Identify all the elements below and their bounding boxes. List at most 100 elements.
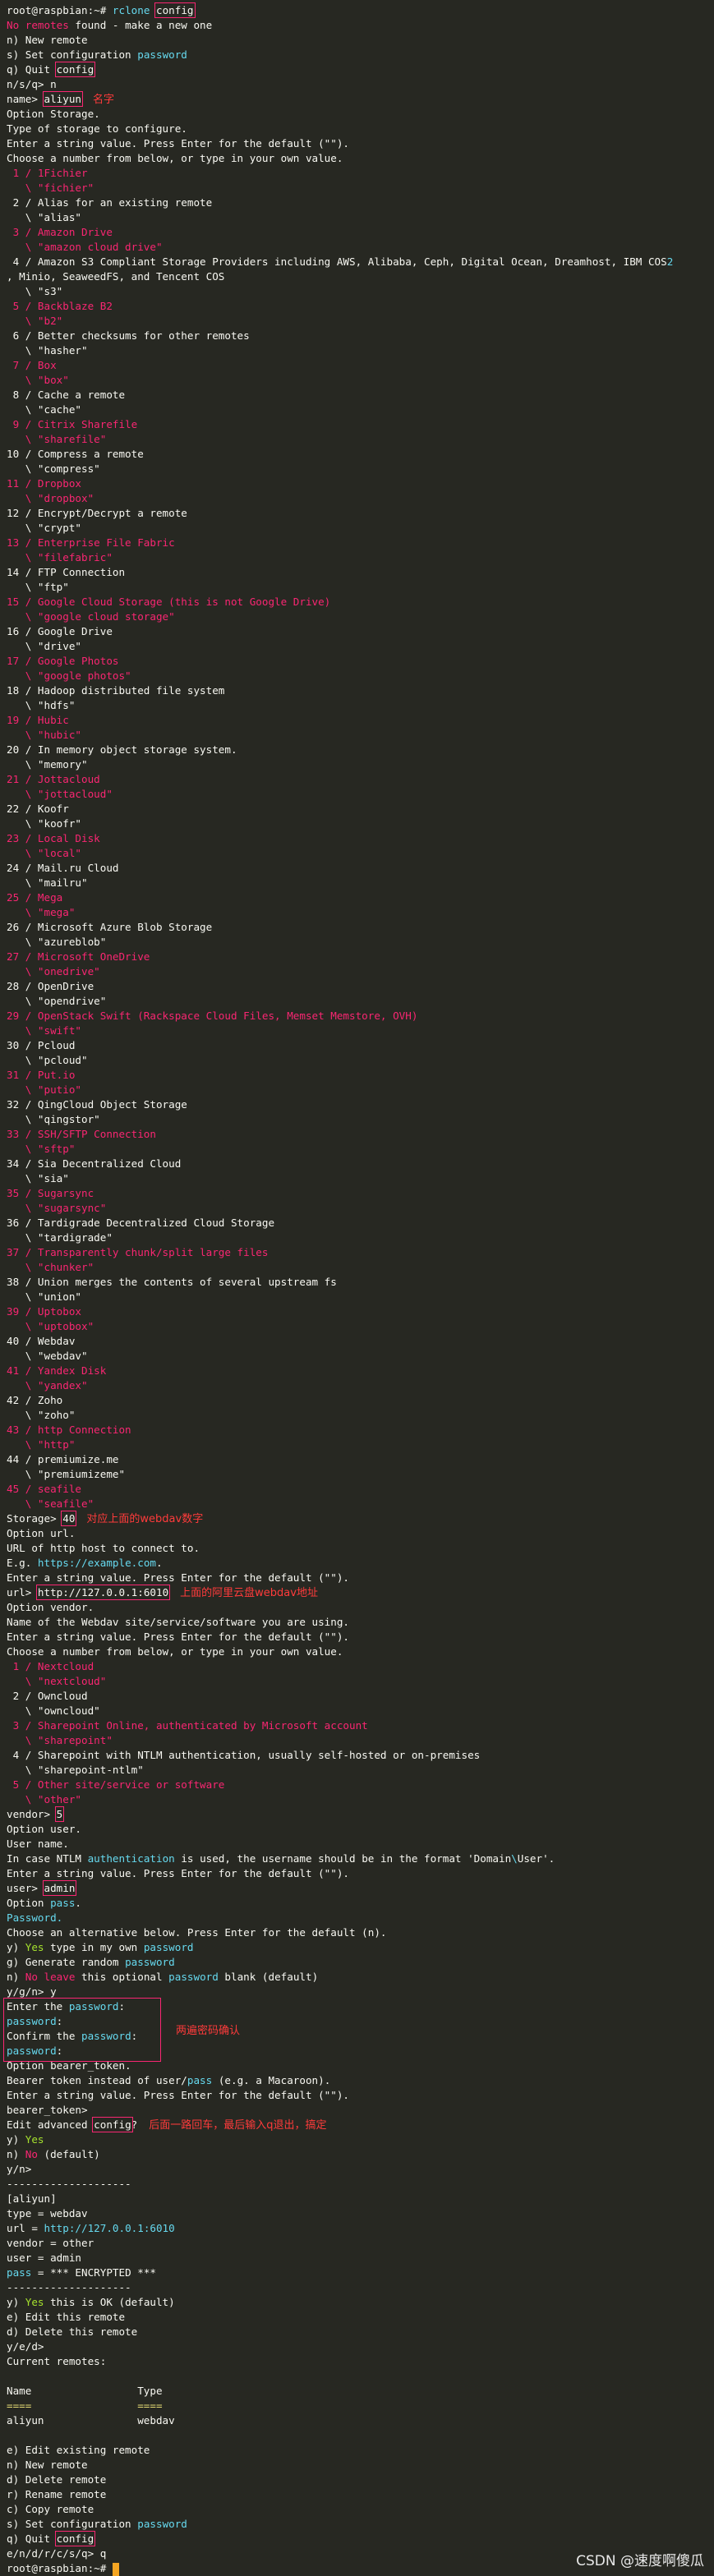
- terminal-line: 4 / Sharepoint with NTLM authentication,…: [7, 1748, 709, 1763]
- terminal-line: 8 / Cache a remote: [7, 388, 709, 402]
- terminal-text: https://example.com: [37, 1557, 156, 1569]
- terminal-line: n) No leave this optional password blank…: [7, 1970, 709, 1985]
- terminal-line: E.g. https://example.com.: [7, 1556, 709, 1571]
- terminal-line: \ "zoho": [7, 1408, 709, 1423]
- terminal-line: \ "swift": [7, 1024, 709, 1038]
- terminal-line: \ "yandex": [7, 1378, 709, 1393]
- terminal-line: 1 / 1Fichier: [7, 166, 709, 181]
- terminal-line: Edit advanced config? 后面一路回车，最后输入q退出，搞定: [7, 2117, 709, 2132]
- annotation-note: 后面一路回车，最后输入q退出，搞定: [149, 2119, 327, 2132]
- terminal-text: Choose an alternative below. Press Enter…: [7, 1926, 387, 1939]
- terminal-text: \ "koofr": [7, 817, 81, 830]
- terminal-text: n) New remote: [7, 34, 88, 46]
- terminal-text: \ "chunker": [7, 1261, 94, 1273]
- terminal-text: aliyun webdav: [7, 2414, 175, 2426]
- terminal-text: 31 / Put.io: [7, 1069, 76, 1081]
- terminal-line: 39 / Uptobox: [7, 1304, 709, 1319]
- terminal-line: q) Quit config: [7, 2531, 709, 2546]
- terminal-text: y): [7, 2296, 25, 2308]
- terminal-text: \ "sharepoint-ntlm": [7, 1764, 144, 1776]
- terminal-text: 43 / http Connection: [7, 1424, 131, 1436]
- terminal-text: 16 / Google Drive: [7, 625, 113, 637]
- terminal-text: [aliyun]: [7, 2192, 57, 2205]
- terminal-line: \ "drive": [7, 639, 709, 654]
- terminal-text: \ "cache": [7, 403, 81, 416]
- terminal-text: 39 / Uptobox: [7, 1305, 81, 1318]
- terminal-text: password: [168, 1971, 219, 1983]
- terminal-text: \ "dropbox": [7, 492, 94, 504]
- terminal-line: 5 / Backblaze B2: [7, 299, 709, 314]
- terminal-line: 15 / Google Cloud Storage (this is not G…: [7, 595, 709, 610]
- terminal-line: 3 / Amazon Drive: [7, 225, 709, 240]
- terminal-text: .: [155, 1557, 163, 1569]
- terminal-text: 1 / Nextcloud: [7, 1660, 94, 1672]
- terminal-text: \ "ftp": [7, 581, 69, 593]
- terminal-line: \ "fichier": [7, 181, 709, 196]
- terminal-text: Bearer token instead of user/: [7, 2074, 187, 2086]
- terminal-text: 40 / Webdav: [7, 1335, 76, 1347]
- terminal-line: \ "other": [7, 1792, 709, 1807]
- terminal-line: 11 / Dropbox: [7, 476, 709, 491]
- terminal-text: 5 / Other site/service or software: [7, 1778, 225, 1791]
- terminal-text: Name of the Webdav site/service/software…: [7, 1616, 350, 1628]
- terminal-line: Option Storage.: [7, 107, 709, 122]
- terminal-text: In case NTLM: [7, 1852, 88, 1865]
- terminal-line: \ "sharefile": [7, 432, 709, 447]
- terminal-line: 21 / Jottacloud: [7, 772, 709, 787]
- terminal-line: \ "webdav": [7, 1349, 709, 1364]
- highlighted-input: 5: [54, 1806, 65, 1822]
- terminal-text: Enter a string value. Press Enter for th…: [7, 137, 350, 150]
- annotation-note: 名字: [93, 94, 115, 106]
- terminal-text: ==== ====: [7, 2399, 163, 2412]
- terminal-line: Name of the Webdav site/service/software…: [7, 1615, 709, 1630]
- terminal-text: blank (default): [218, 1971, 319, 1983]
- terminal-text: root@raspbian:~#: [7, 4, 113, 16]
- terminal-text: \ "putio": [7, 1083, 81, 1096]
- terminal-line: Password.: [7, 1911, 709, 1925]
- terminal-text: 23 / Local Disk: [7, 832, 100, 844]
- terminal-text: No remotes: [7, 19, 69, 31]
- terminal-text: \ "nextcloud": [7, 1675, 107, 1687]
- terminal-line: type = webdav: [7, 2206, 709, 2221]
- terminal-line: y/n>: [7, 2162, 709, 2177]
- terminal-line: \ "compress": [7, 462, 709, 476]
- terminal-text: ?: [131, 2118, 138, 2131]
- terminal-text: Yes: [25, 2133, 44, 2146]
- terminal-text: \ "box": [7, 374, 69, 386]
- terminal-line: \ "sia": [7, 1171, 709, 1186]
- terminal-text: 3 / Sharepoint Online, authenticated by …: [7, 1719, 368, 1732]
- terminal-line: \ "alias": [7, 210, 709, 225]
- terminal-line: \ "hasher": [7, 343, 709, 358]
- terminal-line: 20 / In memory object storage system.: [7, 743, 709, 757]
- terminal-line: 26 / Microsoft Azure Blob Storage: [7, 920, 709, 935]
- terminal-line: e) Edit existing remote: [7, 2443, 709, 2458]
- terminal-text: \ "qingstor": [7, 1113, 100, 1125]
- terminal-text: y): [7, 1941, 25, 1953]
- terminal-output: root@raspbian:~# rclone config No remotes…: [7, 2, 709, 2576]
- terminal-line: 32 / QingCloud Object Storage: [7, 1097, 709, 1112]
- terminal-line: \ "sharepoint": [7, 1733, 709, 1748]
- highlighted-input: 40: [61, 1511, 77, 1526]
- terminal-text: 7 / Box: [7, 359, 57, 371]
- terminal-line: 38 / Union merges the contents of severa…: [7, 1275, 709, 1290]
- terminal-text: \ "yandex": [7, 1379, 88, 1392]
- terminal-line: y) Yes type in my own password: [7, 1940, 709, 1955]
- terminal-line: Choose a number from below, or type in y…: [7, 1644, 709, 1659]
- terminal-text: , Minio, SeaweedFS, and Tencent COS: [7, 270, 225, 283]
- terminal-text: \ "jottacloud": [7, 788, 113, 800]
- terminal-text: 29 / OpenStack Swift (Rackspace Cloud Fi…: [7, 1010, 418, 1022]
- terminal-line: \ "s3": [7, 284, 709, 299]
- terminal-line: 10 / Compress a remote: [7, 447, 709, 462]
- terminal-text: 35 / Sugarsync: [7, 1187, 94, 1199]
- terminal-text: y/e/d>: [7, 2340, 44, 2353]
- terminal-line: 2 / Owncloud: [7, 1689, 709, 1704]
- terminal-line: 4 / Amazon S3 Compliant Storage Provider…: [7, 255, 709, 269]
- terminal-text: name>: [7, 93, 44, 105]
- terminal-text: 2 / Alias for an existing remote: [7, 196, 213, 209]
- terminal-line: Option pass.: [7, 1896, 709, 1911]
- terminal-text: 38 / Union merges the contents of severa…: [7, 1276, 337, 1288]
- terminal-line: , Minio, SeaweedFS, and Tencent COS: [7, 269, 709, 284]
- terminal-line: q) Quit config: [7, 62, 709, 77]
